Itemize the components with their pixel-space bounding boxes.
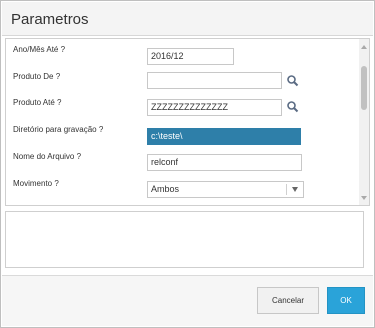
parameters-form: Ano/Mês Até ? 2016/12 Produto De ? Produ… [5,38,370,206]
parametros-dialog: Parametros Ano/Mês Até ? 2016/12 Produto… [0,0,375,328]
title-bar: Parametros [2,2,373,36]
field-row-produto-ate: Produto Até ? ZZZZZZZZZZZZZZ [6,98,356,120]
movimento-select[interactable]: Ambos [147,181,304,198]
field-label-diretorio: Diretório para gravação ? [13,125,104,134]
field-row-produto-de: Produto De ? [6,72,356,94]
produto-ate-input[interactable]: ZZZZZZZZZZZZZZ [147,99,282,116]
vertical-scrollbar[interactable] [359,39,369,205]
movimento-select-value: Ambos [151,184,180,194]
scrollbar-thumb[interactable] [361,66,367,110]
nome-arquivo-input[interactable]: relconf [147,154,302,171]
scroll-down-arrow-icon[interactable] [361,196,367,200]
select-divider [286,184,287,195]
cancel-button[interactable]: Cancelar [257,287,319,314]
field-row-ano-mes: Ano/Mês Até ? 2016/12 [6,45,356,67]
dialog-footer: Cancelar OK [2,275,373,326]
produto-de-input[interactable] [147,72,282,89]
diretorio-input[interactable]: c:\teste\ [147,128,301,145]
field-label-nome-arquivo: Nome do Arquivo ? [13,152,82,161]
scroll-up-arrow-icon[interactable] [361,45,367,49]
dialog-title: Parametros [11,11,89,28]
ok-button[interactable]: OK [327,287,365,314]
field-row-movimento: Movimento ? Ambos [6,179,356,201]
chevron-down-icon[interactable] [292,187,298,192]
produto-de-search-icon[interactable] [285,73,301,89]
field-label-produto-de: Produto De ? [13,72,61,81]
field-label-movimento: Movimento ? [13,179,59,188]
field-row-nome-arquivo: Nome do Arquivo ? relconf [6,152,356,174]
ano-mes-input[interactable]: 2016/12 [147,48,234,65]
field-label-ano-mes: Ano/Mês Até ? [13,45,66,54]
field-label-produto-ate: Produto Até ? [13,98,62,107]
field-row-diretorio: Diretório para gravação ? c:\teste\ [6,125,356,147]
description-textarea[interactable] [5,211,364,268]
produto-ate-search-icon[interactable] [285,99,301,115]
